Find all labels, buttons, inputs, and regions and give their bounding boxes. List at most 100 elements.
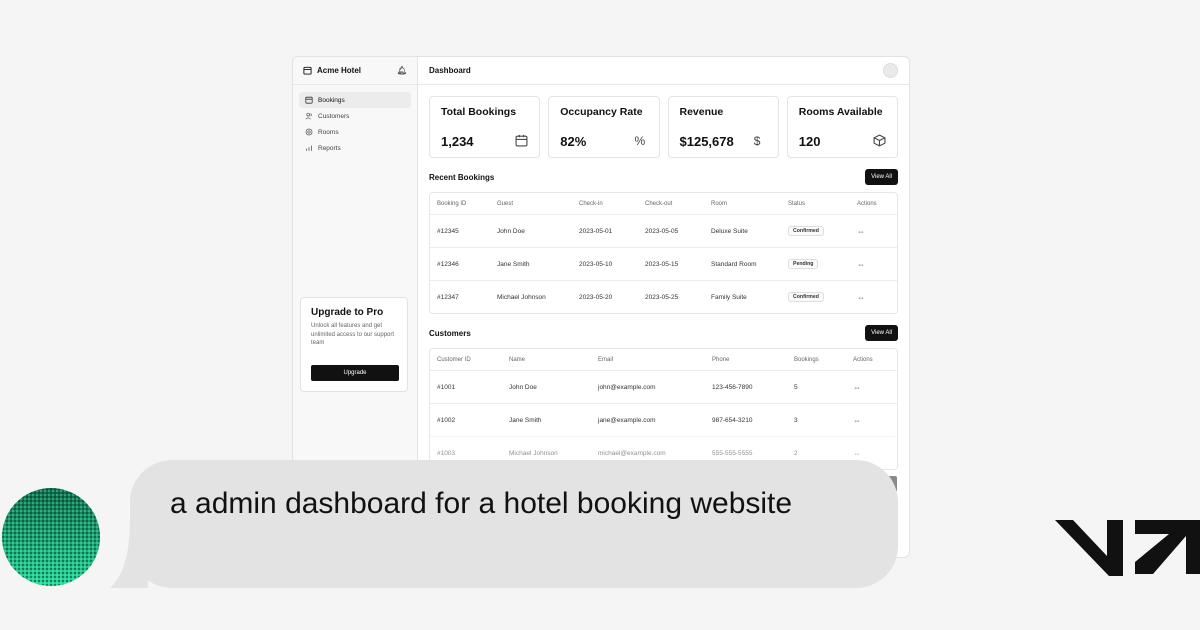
sidebar-item-label: Bookings bbox=[318, 96, 345, 104]
calendar-icon bbox=[515, 134, 528, 147]
view-all-bookings-button[interactable]: View All bbox=[865, 169, 898, 185]
guest-name: Michael Johnson bbox=[497, 293, 546, 301]
column-header[interactable]: Guest bbox=[490, 201, 572, 207]
view-all-customers-button[interactable]: View All bbox=[865, 325, 898, 341]
brand[interactable]: Acme Hotel 🔔︎ bbox=[293, 57, 417, 85]
pixel-avatar-icon bbox=[2, 488, 100, 586]
stat-title: Revenue bbox=[679, 106, 724, 118]
app-name: Acme Hotel bbox=[317, 66, 362, 75]
column-header[interactable]: Actions bbox=[850, 201, 890, 207]
room: Family Suite bbox=[711, 293, 747, 301]
arrows-icon[interactable]: ⇔ bbox=[857, 293, 865, 302]
customer-phone: 987-654-3210 bbox=[712, 416, 753, 424]
bookings-header: Recent Bookings View All bbox=[418, 168, 909, 186]
booking-id: #12347 bbox=[437, 293, 459, 301]
check-in: 2023-05-01 bbox=[579, 227, 613, 235]
column-header[interactable]: Actions bbox=[846, 357, 890, 363]
stat-value: 82% bbox=[560, 134, 587, 149]
stat-card-revenue: Revenue $125,678 $ bbox=[667, 96, 779, 158]
section-title: Customers bbox=[429, 328, 471, 338]
customer-id: #1003 bbox=[437, 449, 456, 457]
customers-table: Customer ID Name Email Phone Bookings Ac… bbox=[429, 348, 898, 470]
stat-title: Total Bookings bbox=[441, 106, 517, 118]
chat-message: a admin dashboard for a hotel booking we… bbox=[170, 487, 793, 520]
column-header[interactable]: Phone bbox=[705, 357, 787, 363]
column-header[interactable]: Booking ID bbox=[430, 201, 490, 207]
check-in: 2023-05-20 bbox=[579, 293, 613, 301]
topbar: Dashboard bbox=[418, 57, 909, 85]
sidebar-item-rooms[interactable]: Rooms bbox=[299, 124, 411, 140]
table-header-row: Customer ID Name Email Phone Bookings Ac… bbox=[430, 349, 897, 370]
column-header[interactable]: Check-out bbox=[638, 201, 704, 207]
customer-bookings: 5 bbox=[794, 383, 798, 391]
customer-id: #1001 bbox=[437, 383, 456, 391]
sidebar-item-label: Customers bbox=[318, 112, 350, 120]
chat-bubble: a admin dashboard for a hotel booking we… bbox=[130, 460, 898, 588]
percent-icon: % bbox=[634, 134, 646, 148]
customer-email: jane@example.com bbox=[598, 416, 656, 424]
sidebar-item-customers[interactable]: Customers bbox=[299, 108, 411, 124]
v0-logo-icon bbox=[1055, 520, 1200, 576]
room: Deluxe Suite bbox=[711, 227, 748, 235]
column-header[interactable]: Name bbox=[502, 357, 591, 363]
column-header[interactable]: Check-in bbox=[572, 201, 638, 207]
actions-cell: ⇔ bbox=[846, 383, 890, 392]
check-in: 2023-05-10 bbox=[579, 260, 613, 268]
column-header[interactable]: Room bbox=[704, 201, 781, 207]
arrows-icon[interactable]: ⇔ bbox=[853, 449, 861, 458]
stat-value: 1,234 bbox=[441, 134, 474, 149]
user-avatar-icon bbox=[2, 488, 100, 586]
stat-title: Occupancy Rate bbox=[560, 106, 643, 118]
actions-cell: ⇔ bbox=[846, 449, 890, 458]
column-header[interactable]: Customer ID bbox=[430, 357, 502, 363]
arrows-icon[interactable]: ⇔ bbox=[853, 383, 861, 392]
upgrade-text: Unlock all features and get unlimited ac… bbox=[311, 323, 395, 346]
arrows-icon[interactable]: ⇔ bbox=[857, 227, 865, 236]
stat-card-total-bookings: Total Bookings 1,234 bbox=[429, 96, 541, 158]
table-row[interactable]: #12345 John Doe 2023-05-01 2023-05-05 De… bbox=[430, 214, 897, 247]
arrows-icon[interactable]: ⇔ bbox=[857, 260, 865, 269]
status-cell: Confirmed bbox=[781, 292, 850, 302]
column-header[interactable]: Bookings bbox=[787, 357, 846, 363]
upgrade-card: Upgrade to Pro Unlock all features and g… bbox=[300, 297, 408, 392]
sidebar-item-label: Rooms bbox=[318, 128, 339, 136]
actions-cell: ⇔ bbox=[850, 293, 890, 302]
arrows-icon[interactable]: ⇔ bbox=[853, 416, 861, 425]
bell-icon[interactable]: 🔔︎ bbox=[397, 66, 407, 75]
actions-cell: ⇔ bbox=[846, 416, 890, 425]
customer-phone: 123-456-7890 bbox=[712, 383, 753, 391]
customers-header: Customers View All bbox=[418, 324, 909, 342]
user-avatar[interactable] bbox=[883, 63, 898, 78]
calendar-icon bbox=[305, 96, 313, 104]
dollar-icon: $ bbox=[753, 134, 761, 148]
calendar-icon bbox=[303, 66, 312, 75]
bookings-table: Booking ID Guest Check-in Check-out Room… bbox=[429, 192, 898, 314]
sidebar-item-bookings[interactable]: Bookings bbox=[299, 92, 411, 108]
customer-email: michael@example.com bbox=[598, 449, 666, 457]
customer-id: #1002 bbox=[437, 416, 456, 424]
status-badge: Confirmed bbox=[788, 292, 824, 302]
sidebar-item-reports[interactable]: Reports bbox=[299, 140, 411, 156]
room: Standard Room bbox=[711, 260, 757, 268]
chart-icon bbox=[306, 145, 312, 151]
table-row[interactable]: #12347 Michael Johnson 2023-05-20 2023-0… bbox=[430, 280, 897, 313]
status-cell: Confirmed bbox=[781, 226, 850, 236]
column-header[interactable]: Email bbox=[591, 357, 705, 363]
customer-email: john@example.com bbox=[598, 383, 656, 391]
upgrade-button[interactable]: Upgrade bbox=[311, 365, 399, 381]
column-header[interactable]: Status bbox=[781, 201, 850, 207]
check-out: 2023-05-15 bbox=[645, 260, 679, 268]
table-row[interactable]: #1001 John Doe john@example.com 123-456-… bbox=[430, 370, 897, 403]
table-row[interactable]: #12346 Jane Smith 2023-05-10 2023-05-15 … bbox=[430, 247, 897, 280]
guest-name: Jane Smith bbox=[497, 260, 530, 268]
booking-id: #12346 bbox=[437, 260, 459, 268]
table-row[interactable]: #1002 Jane Smith jane@example.com 987-65… bbox=[430, 403, 897, 436]
table-header-row: Booking ID Guest Check-in Check-out Room… bbox=[430, 193, 897, 214]
users-icon bbox=[305, 112, 312, 120]
status-badge: Confirmed bbox=[788, 226, 824, 236]
customer-bookings: 2 bbox=[794, 449, 798, 457]
upgrade-title: Upgrade to Pro bbox=[311, 307, 384, 318]
booking-id: #12345 bbox=[437, 227, 459, 235]
check-out: 2023-05-25 bbox=[645, 293, 679, 301]
check-out: 2023-05-05 bbox=[645, 227, 679, 235]
